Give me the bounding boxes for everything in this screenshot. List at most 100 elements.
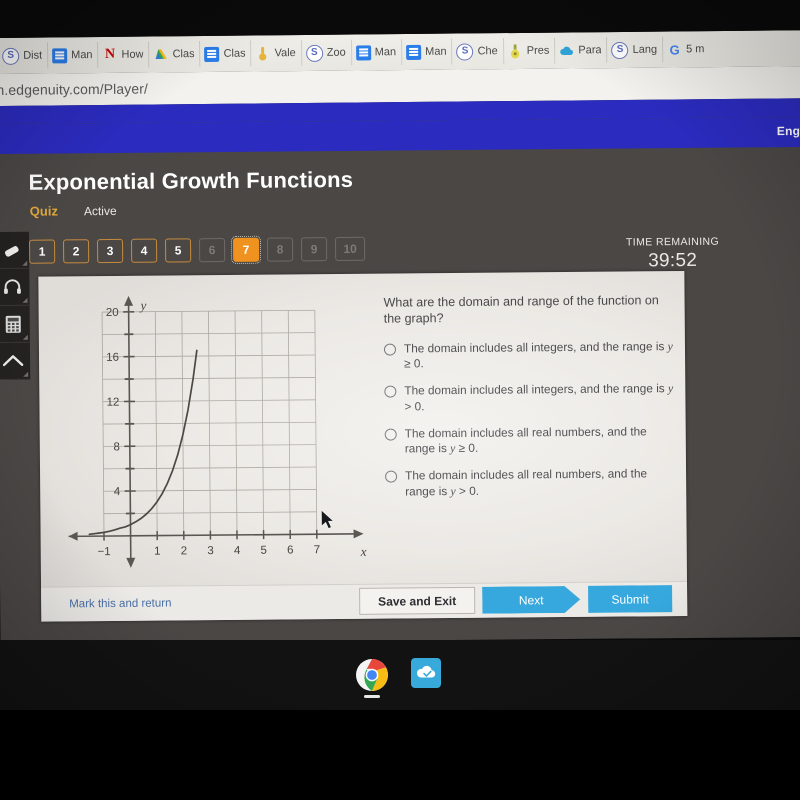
bookmark-label: Clas	[172, 48, 195, 61]
answer-option-d[interactable]: The domain includes all real numbers, an…	[385, 466, 675, 500]
bookmark-label: 5 m	[686, 43, 705, 56]
bookmark-item[interactable]: Para	[555, 37, 608, 64]
s-circle-icon: S	[611, 41, 629, 59]
edgenuity-player: Eng Exponential Growth Functions Quiz Ac…	[0, 116, 800, 644]
bookmark-item[interactable]: Pres	[503, 37, 556, 65]
save-and-exit-button[interactable]: Save and Exit	[359, 586, 476, 615]
question-nav-button-2[interactable]: 2	[63, 239, 90, 264]
y-tick-label: 4	[114, 486, 121, 498]
bookmark-label: Che	[477, 45, 498, 58]
x-tick-label: 7	[314, 544, 321, 556]
function-graph: −1 1 2 3 4 5 6 7 4 8 12 16 20 y x	[58, 284, 381, 577]
bookmark-item[interactable]: S Che	[452, 38, 504, 65]
time-remaining-label: TIME REMAINING	[625, 235, 720, 249]
y-axis-up	[127, 299, 132, 536]
calculator-tool[interactable]	[0, 305, 30, 344]
question-nav[interactable]: 1 2 3 4 5 6 7 8 9 10	[29, 235, 366, 264]
question-panel: What are the domain and range of the fun…	[384, 293, 676, 511]
answer-option-a[interactable]: The domain includes all integers, and th…	[383, 338, 674, 373]
next-button[interactable]: Next	[482, 586, 580, 614]
chrome-active-indicator	[364, 695, 380, 698]
document-icon	[406, 44, 422, 60]
google-drive-icon	[153, 47, 168, 62]
question-card: −1 1 2 3 4 5 6 7 4 8 12 16 20 y x What are the domai…	[38, 270, 688, 622]
question-nav-button-9: 9	[301, 237, 328, 262]
x-axis-label: x	[360, 544, 367, 559]
question-nav-button-3[interactable]: 3	[97, 238, 124, 264]
bookmark-item[interactable]: Vale	[251, 40, 302, 67]
bookmark-label: Zoo	[326, 46, 346, 59]
headphones-icon	[4, 279, 21, 294]
bookmark-label: How	[121, 48, 144, 61]
x-tick-label: −1	[98, 546, 111, 558]
answer-option-c[interactable]: The domain includes all real numbers, an…	[384, 424, 675, 458]
question-nav-button-8: 8	[267, 237, 294, 262]
question-nav-button-4[interactable]: 4	[131, 238, 158, 263]
radio-button-a[interactable]	[383, 343, 397, 356]
bookmark-label: Vale	[274, 47, 296, 60]
bookmark-item[interactable]: S Zoo	[301, 39, 352, 67]
bookmark-label: Pres	[526, 44, 550, 57]
bookmark-item[interactable]: Clas	[149, 41, 201, 68]
x-tick-label: 5	[260, 545, 267, 557]
activity-subheader: Quiz Active	[30, 203, 117, 218]
question-nav-button-6: 6	[199, 238, 226, 263]
highlighter-tool[interactable]	[0, 231, 30, 270]
y-axis-up-arrow	[124, 295, 134, 306]
calculator-icon	[5, 315, 21, 333]
x-tick-label: 3	[207, 545, 214, 557]
audio-tool[interactable]	[0, 268, 30, 307]
question-nav-button-7[interactable]: 7	[230, 235, 262, 264]
question-nav-button-1[interactable]: 1	[29, 239, 56, 264]
mark-and-return-link[interactable]: Mark this and return	[69, 597, 171, 610]
x-tick-label: 2	[181, 545, 188, 557]
bookmark-item[interactable]: Man	[351, 39, 403, 66]
arrow-up-icon	[2, 355, 24, 367]
radio-button-c[interactable]	[384, 428, 397, 441]
answer-option-b[interactable]: The domain includes all integers, and th…	[384, 381, 674, 415]
x-tick-label: 1	[154, 546, 161, 558]
bookmark-item[interactable]: S Dist	[0, 42, 49, 69]
bookmark-item[interactable]: S Lang	[607, 36, 664, 64]
bookmark-label: Man	[374, 46, 397, 59]
bookmark-label: Lang	[632, 43, 658, 56]
submit-button[interactable]: Submit	[588, 585, 673, 613]
s-circle-icon: S	[2, 47, 20, 65]
x-axis-left-arrow	[68, 531, 78, 541]
bookmark-item[interactable]: Man	[402, 38, 453, 66]
bookmark-item[interactable]: Man	[47, 41, 99, 69]
eraser-icon	[4, 246, 19, 257]
bookmark-item[interactable]: N How	[98, 41, 150, 68]
question-nav-button-5[interactable]: 5	[165, 238, 192, 263]
google-g-icon: G	[669, 41, 680, 58]
y-axis-label: y	[139, 298, 147, 313]
chrome-os-shelf[interactable]	[0, 640, 800, 710]
y-tick-label: 16	[106, 352, 119, 364]
bookmark-item[interactable]: G 5 m	[663, 36, 710, 62]
s-circle-icon: S	[305, 44, 323, 62]
cloud-app-icon[interactable]	[411, 658, 445, 692]
y-tick-label: 12	[107, 397, 120, 409]
x-axis-left	[68, 535, 131, 538]
answer-options[interactable]: The domain includes all integers, and th…	[383, 338, 675, 500]
y-tick-label: 8	[113, 441, 120, 453]
language-badge[interactable]: Eng	[777, 124, 800, 138]
graph-svg: −1 1 2 3 4 5 6 748121620 y x	[68, 295, 367, 568]
nytimes-n-icon: N	[104, 46, 116, 62]
scroll-up-tool[interactable]	[0, 342, 31, 381]
tool-rail[interactable]	[0, 231, 31, 381]
exponential-curve	[88, 349, 198, 536]
answer-option-label-d: The domain includes all real numbers, an…	[405, 466, 648, 499]
radio-button-b[interactable]	[384, 385, 397, 398]
radio-button-d[interactable]	[385, 470, 398, 483]
graph-gridlines	[101, 309, 318, 537]
cloud-icon	[559, 43, 574, 58]
flask-icon	[508, 43, 523, 58]
x-tick-label: 6	[287, 544, 294, 556]
answer-option-label-a: The domain includes all integers, and th…	[403, 338, 673, 371]
bookmark-item[interactable]: Clas	[200, 40, 252, 68]
s-circle-icon: S	[456, 42, 474, 61]
cursor-arrow-icon	[321, 509, 335, 530]
time-remaining-value: 39:52	[648, 249, 698, 272]
chrome-icon[interactable]	[355, 658, 389, 698]
